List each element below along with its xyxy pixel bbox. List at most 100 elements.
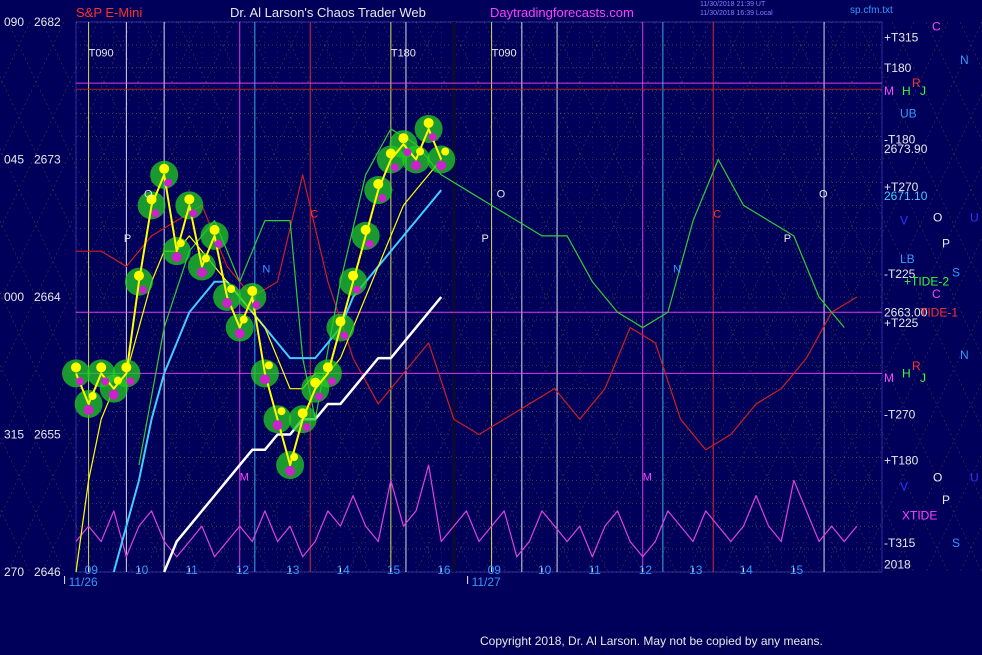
planet-label: O	[933, 470, 942, 484]
price-dot	[108, 389, 119, 400]
right-level-label: XTIDE	[902, 508, 937, 522]
price-dot	[214, 239, 223, 248]
right-level-label: +T315	[884, 30, 919, 44]
price-dot	[239, 315, 248, 324]
planet-marker-label: N	[673, 264, 681, 276]
price-dot	[126, 377, 135, 386]
time-mark-label: T180	[391, 48, 416, 60]
x-tick-label: 10	[538, 563, 552, 577]
x-tick-label: 12	[236, 563, 250, 577]
right-level-label: H	[902, 84, 911, 98]
price-dot	[365, 239, 374, 248]
x-tick-label: 16	[437, 563, 451, 577]
planet-marker-label: M	[643, 471, 652, 483]
price-dot	[385, 148, 396, 159]
chart-stage: 090 2682 045 2673 000 2664 315 2655 270 2646 09 10 1…	[0, 0, 982, 650]
x-tick-label: 14	[739, 563, 753, 577]
price-dot	[441, 147, 450, 156]
right-level-label: -T315	[884, 536, 916, 550]
price-dot	[133, 270, 144, 281]
y-tick-left-label: 045	[4, 153, 24, 167]
price-dot	[138, 285, 147, 294]
price-dot	[252, 301, 261, 309]
planet-marker-label: O	[144, 189, 153, 201]
site-title: Dr. Al Larson's Chaos Trader Web	[230, 5, 426, 20]
price-dot	[209, 224, 220, 235]
planet-marker-label: P	[124, 233, 131, 245]
timestamp-ut: 11/30/2018 21:39 UT	[700, 1, 766, 8]
right-level-label: H	[902, 366, 911, 380]
y-tick-left-label: 090	[4, 15, 24, 29]
x-tick-label: 12	[639, 563, 653, 577]
time-mark-label: T090	[492, 48, 517, 60]
right-level-label: LB	[900, 252, 915, 266]
price-dot	[227, 285, 236, 293]
site-url[interactable]: Daytradingforecasts.com	[490, 5, 634, 20]
price-dot	[373, 179, 384, 190]
price-dot	[277, 407, 286, 416]
lattice-line	[959, 21, 982, 70]
price-dot	[297, 408, 308, 419]
planet-marker-label: N	[262, 264, 270, 276]
right-level-label: J	[920, 371, 926, 385]
planet-label: O	[933, 211, 942, 225]
lattice-line	[959, 524, 982, 573]
y-tick-left-label: 270	[4, 565, 24, 579]
price-dot	[290, 453, 299, 462]
timestamp-local: 11/30/2018 16:39 Local	[700, 10, 773, 17]
right-level-label: +TIDE-2	[904, 275, 949, 289]
planet-label: S	[952, 266, 960, 280]
right-level-label: V	[900, 214, 908, 228]
price-dot	[83, 404, 94, 415]
date-label: 11/27	[472, 575, 501, 589]
planet-label: N	[960, 348, 969, 362]
price-dot	[184, 194, 195, 205]
x-tick-label: 15	[790, 563, 804, 577]
price-dot	[423, 117, 434, 128]
file-tag: sp.cfm.txt	[850, 5, 893, 16]
x-tick-label: 13	[286, 563, 300, 577]
planet-marker-label: O	[497, 189, 506, 201]
y-tick-left-label: 000	[4, 290, 24, 304]
price-dot	[101, 377, 110, 386]
planet-label: U	[970, 470, 979, 484]
price-dot	[196, 267, 207, 278]
right-level-label: TIDE-1	[920, 305, 958, 319]
planet-marker-label: P	[784, 233, 791, 245]
x-tick-label: 13	[689, 563, 703, 577]
price-dot	[88, 391, 97, 400]
price-dot	[189, 209, 198, 218]
price-dot	[335, 316, 346, 327]
price-dot	[416, 147, 425, 156]
right-level-label: UB	[900, 107, 917, 121]
price-dot	[302, 423, 311, 432]
right-level-label: M	[884, 371, 894, 385]
planet-label: U	[970, 211, 979, 225]
right-level-label: V	[900, 479, 908, 493]
planet-label: N	[960, 53, 969, 67]
right-level-label: J	[920, 84, 926, 98]
planet-label: C	[932, 20, 941, 34]
price-dot	[259, 374, 270, 385]
price-dot	[340, 331, 349, 340]
price-dot	[398, 133, 409, 144]
planet-label: P	[942, 237, 950, 251]
price-dot	[411, 160, 422, 171]
right-level-label: -T270	[884, 408, 916, 422]
price-dot	[264, 361, 273, 370]
x-tick-label: 10	[135, 563, 149, 577]
price-dot	[403, 148, 412, 157]
planet-marker-label: C	[310, 209, 318, 221]
y-tick-label: 2664	[34, 290, 61, 304]
price-dot	[71, 362, 81, 373]
y-tick-left-label: 315	[4, 428, 24, 442]
y-tick-label: 2646	[34, 565, 61, 579]
price-dot	[164, 178, 173, 187]
x-tick-label: 11	[588, 563, 601, 577]
price-dot	[176, 239, 185, 248]
price-dot	[436, 160, 447, 171]
price-dot	[247, 286, 258, 296]
right-level-label: +T180	[884, 453, 919, 467]
price-dot	[201, 254, 210, 263]
planet-marker-label: O	[819, 189, 828, 201]
